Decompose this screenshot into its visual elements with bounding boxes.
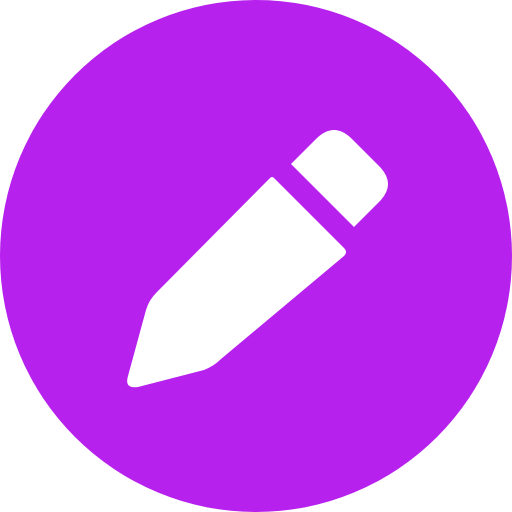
edit-icon-svg — [0, 0, 512, 512]
edit-button[interactable] — [0, 0, 512, 512]
